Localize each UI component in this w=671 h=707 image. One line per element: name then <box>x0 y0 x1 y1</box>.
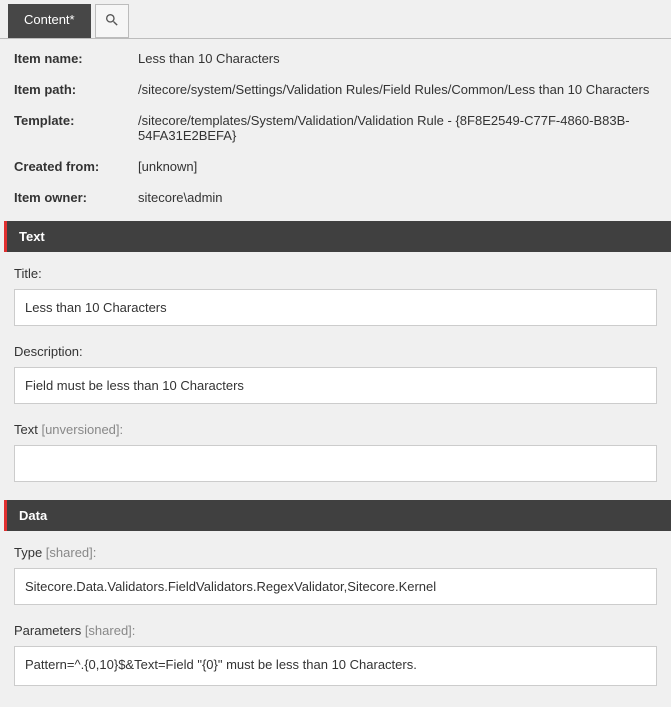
info-label: Item path: <box>14 82 138 97</box>
info-row: Item path: /sitecore/system/Settings/Val… <box>8 74 663 105</box>
info-row: Item owner: sitecore\admin <box>8 182 663 213</box>
info-label: Created from: <box>14 159 138 174</box>
field-label-parameters: Parameters [shared]: <box>14 623 657 638</box>
info-value: Less than 10 Characters <box>138 51 657 66</box>
field-label-description: Description: <box>14 344 657 359</box>
info-value: /sitecore/system/Settings/Validation Rul… <box>138 82 657 97</box>
info-value: sitecore\admin <box>138 190 657 205</box>
field-label-title: Title: <box>14 266 657 281</box>
search-icon <box>104 12 120 31</box>
text-input[interactable] <box>14 445 657 482</box>
field-label-type: Type [shared]: <box>14 545 657 560</box>
section-header-text[interactable]: Text <box>4 221 671 252</box>
description-input[interactable] <box>14 367 657 404</box>
info-row: Created from: [unknown] <box>8 151 663 182</box>
tab-content[interactable]: Content* <box>8 4 91 38</box>
item-info: Item name: Less than 10 Characters Item … <box>0 39 671 221</box>
parameters-input[interactable] <box>14 646 657 686</box>
section-header-data[interactable]: Data <box>4 500 671 531</box>
info-label: Item owner: <box>14 190 138 205</box>
info-label: Item name: <box>14 51 138 66</box>
section-header-label: Text <box>19 229 45 244</box>
tab-content-label: Content* <box>24 12 75 27</box>
tab-bar: Content* <box>0 0 671 39</box>
info-value: [unknown] <box>138 159 657 174</box>
type-input[interactable] <box>14 568 657 605</box>
title-input[interactable] <box>14 289 657 326</box>
info-row: Item name: Less than 10 Characters <box>8 43 663 74</box>
section-header-label: Data <box>19 508 47 523</box>
info-label: Template: <box>14 113 138 143</box>
field-label-text: Text [unversioned]: <box>14 422 657 437</box>
search-button[interactable] <box>95 4 129 38</box>
info-row: Template: /sitecore/templates/System/Val… <box>8 105 663 151</box>
section-body-text: Title: Description: Text [unversioned]: <box>0 252 671 500</box>
section-body-data: Type [shared]: Parameters [shared]: <box>0 531 671 707</box>
info-value: /sitecore/templates/System/Validation/Va… <box>138 113 657 143</box>
